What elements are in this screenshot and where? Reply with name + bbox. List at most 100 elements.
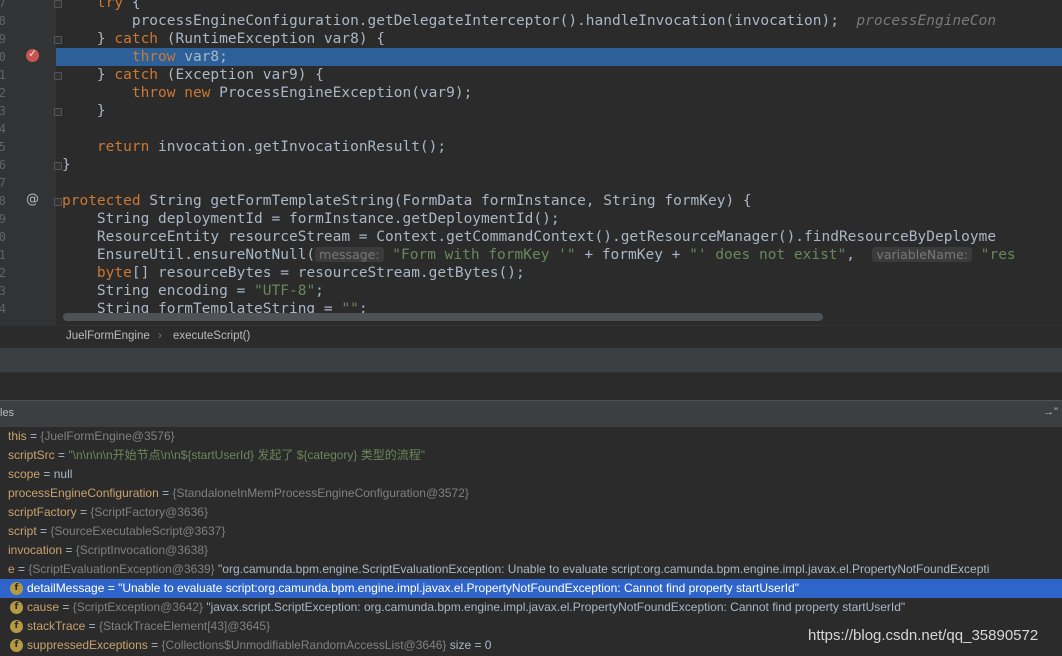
code-token: } [62,67,115,83]
line-number[interactable]: 0 [0,228,6,246]
variable-equals: = [14,562,29,576]
code-token: EnsureUtil.ensureNotNull( [62,247,316,263]
fold-marker-icon[interactable] [54,108,62,116]
variable-equals: = [76,505,91,519]
line-number[interactable]: 1 [0,66,6,84]
code-token: processEngineConfiguration.getDelegateIn… [62,13,857,29]
parameter-hint: variableName: [872,247,972,262]
line-number[interactable]: 3 [0,282,6,300]
code-token: protected [62,193,141,209]
code-token: ProcessEngineException(var9); [210,85,473,101]
code-token: "res [980,247,1016,263]
breadcrumb-separator: › [158,330,162,342]
variable-row[interactable]: invocation = {ScriptInvocation@3638} [0,541,1062,560]
variable-equals: = [147,638,162,652]
variable-value: "Unable to evaluate script:org.camunda.b… [118,581,799,595]
code-line[interactable]: } catch (Exception var9) { [62,66,1062,84]
code-line[interactable]: String deploymentId = formInstance.getDe… [62,210,1062,228]
variable-reference: {ScriptInvocation@3638} [75,543,209,557]
fold-marker-icon[interactable] [54,162,62,170]
code-line[interactable]: throw new ProcessEngineException(var9); [62,84,1062,102]
code-line[interactable]: } [62,156,1062,174]
field-icon: f [10,582,23,596]
editor-horizontal-scrollbar[interactable] [63,313,823,321]
watermark: https://blog.csdn.net/qq_35890572 [808,627,1039,644]
code-line[interactable]: processEngineConfiguration.getDelegateIn… [62,12,1062,30]
line-number[interactable]: 4 [0,300,6,318]
code-token: { [123,0,141,11]
line-number[interactable]: 3 [0,102,6,120]
line-number[interactable]: 9 [0,210,6,228]
code-line[interactable]: return invocation.getInvocationResult(); [62,138,1062,156]
line-number[interactable]: 7 [0,174,6,192]
line-number[interactable]: 0 [0,48,6,66]
variable-reference: {StackTraceElement[43]@3645} [98,619,271,633]
code-token: catch [114,67,159,83]
variable-value: "javax.script.ScriptException: org.camun… [202,600,906,614]
breadcrumb-method[interactable]: executeScript() [173,330,250,342]
variable-equals: = [40,467,54,481]
code-line[interactable] [62,120,1062,138]
variable-row[interactable]: e = {ScriptEvaluationException@3639} "or… [0,560,1062,579]
code-editor[interactable]: 789012345678901234 try { processEngineCo… [0,0,1062,325]
fold-marker-icon[interactable] [54,72,62,80]
code-line[interactable]: try { [62,0,1062,12]
variable-name: cause [27,600,60,614]
code-token: + formKey + [575,247,690,263]
code-line[interactable]: protected String getFormTemplateString(F… [62,192,1062,210]
variable-row[interactable]: f cause = {ScriptException@3642} "javax.s… [0,598,1062,617]
variable-row[interactable]: script = {SourceExecutableScript@3637} [0,522,1062,541]
field-icon: f [10,601,23,615]
variable-equals: = [85,619,99,633]
code-line[interactable]: byte[] resourceBytes = resourceStream.ge… [62,264,1062,282]
breadcrumb-class[interactable]: JuelFormEngine [66,330,150,342]
line-number[interactable]: 5 [0,138,6,156]
code-token: var8; [175,49,228,65]
variable-row[interactable]: f detailMessage = "Unable to evaluate scr… [0,579,1062,598]
line-number[interactable]: 8 [0,12,6,30]
variable-row[interactable]: scriptFactory = {ScriptFactory@3636} [0,503,1062,522]
variable-row[interactable]: this = {JuelFormEngine@3576} [0,427,1062,446]
variables-panel-title: les [0,407,15,419]
variable-name: script [8,524,37,538]
line-number[interactable]: 2 [0,84,6,102]
line-number[interactable]: 2 [0,264,6,282]
variable-reference: {StandaloneInMemProcessEngineConfigurati… [172,486,469,500]
line-number[interactable]: 9 [0,30,6,48]
variable-row[interactable]: processEngineConfiguration = {Standalone… [0,484,1062,503]
variables-panel-header: les →" [0,400,1062,428]
code-line-current-execution[interactable]: throw var8; [56,48,1062,66]
variable-equals: = [26,429,41,443]
override-marker-icon[interactable]: @ [26,192,39,207]
code-line[interactable]: EnsureUtil.ensureNotNull(message: "Form … [62,246,1062,264]
variable-value: size = 0 [446,638,492,652]
breadcrumb: JuelFormEngine › executeScript() [0,325,1062,348]
variable-name: detailMessage [27,581,105,595]
fold-marker-icon[interactable] [54,36,62,44]
debugger-toolbar [0,347,1062,373]
fold-marker-icon[interactable] [54,0,62,8]
line-number[interactable]: 4 [0,120,6,138]
code-token: [] resourceBytes = resourceStream.getByt… [131,265,525,281]
fold-marker-icon[interactable] [54,198,62,206]
line-number[interactable]: 8 [0,192,6,210]
line-number[interactable]: 7 [0,0,6,12]
variable-reference: {ScriptEvaluationException@3639} [28,562,215,576]
variable-row[interactable]: scriptSrc = "\n\n\n\n开始节点\n\n${startUser… [0,446,1062,465]
code-token: throw [131,49,176,65]
code-line[interactable]: } catch (RuntimeException var8) { [62,30,1062,48]
code-line[interactable]: ResourceEntity resourceStream = Context.… [62,228,1062,246]
code-line[interactable]: String encoding = "UTF-8"; [62,282,1062,300]
variable-equals: = [158,486,173,500]
collapse-icon[interactable]: →" [1043,406,1058,418]
line-number[interactable]: 6 [0,156,6,174]
variables-tree[interactable]: this = {JuelFormEngine@3576} scriptSrc = … [0,427,1062,656]
line-number[interactable]: 1 [0,246,6,264]
code-line[interactable]: } [62,102,1062,120]
code-line[interactable] [62,174,1062,192]
variable-name: e [8,562,15,576]
code-token: processEngineCon [856,13,997,29]
variable-row[interactable]: scope = null [0,465,1062,484]
variable-reference: {JuelFormEngine@3576} [40,429,175,443]
